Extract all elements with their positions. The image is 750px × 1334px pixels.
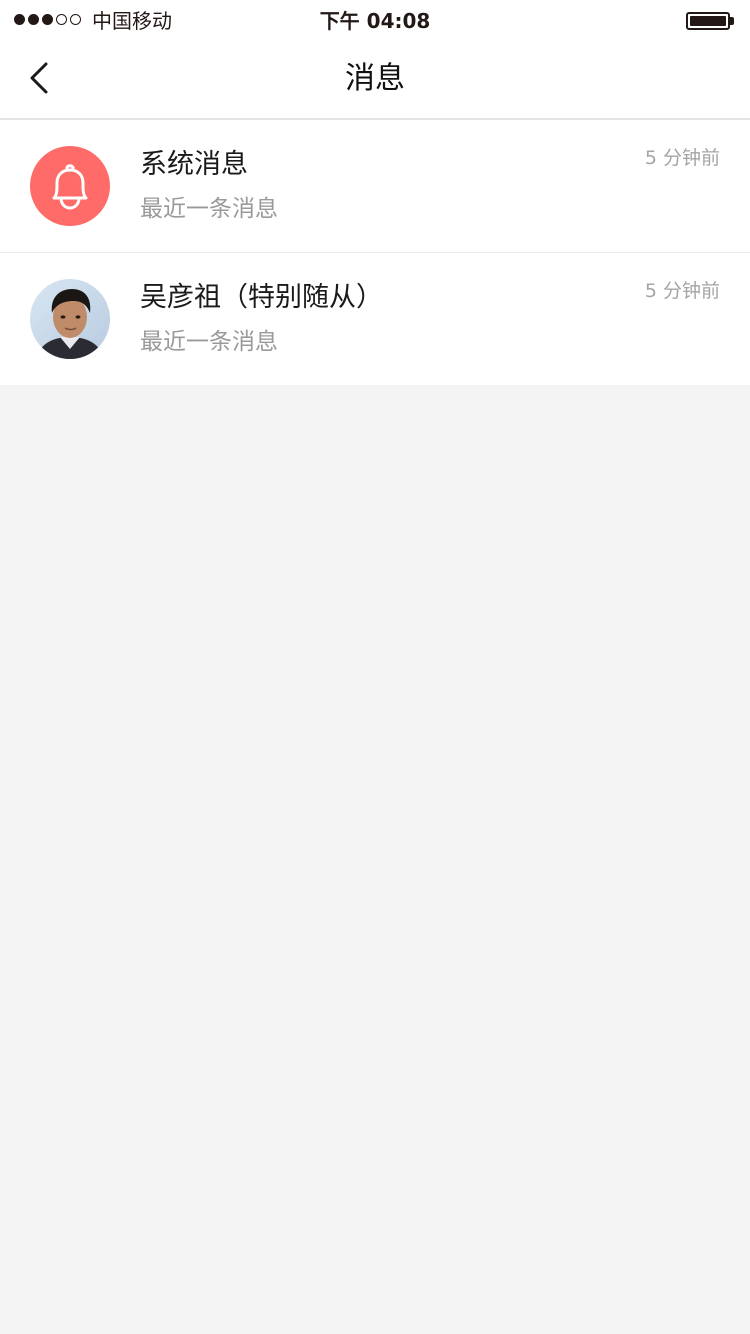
bell-icon [52, 164, 88, 210]
page-title: 消息 [345, 61, 405, 96]
message-list: 系统消息 最近一条消息 5 分钟前 吴彦祖（特别随从） 最近一条消息 5 分钟前 [0, 120, 750, 385]
status-bar: 中国移动 下午 04:08 [0, 0, 750, 40]
battery-tip [730, 17, 734, 25]
message-sender: 系统消息 [140, 149, 248, 180]
chevron-left-icon [30, 62, 48, 94]
back-button[interactable] [18, 56, 62, 100]
avatar [30, 279, 110, 359]
message-preview: 最近一条消息 [140, 329, 278, 355]
message-row-contact[interactable]: 吴彦祖（特别随从） 最近一条消息 5 分钟前 [0, 252, 750, 385]
battery-icon [686, 12, 730, 30]
message-time: 5 分钟前 [644, 147, 720, 169]
message-sender: 吴彦祖（特别随从） [140, 282, 383, 313]
user-photo [30, 279, 110, 359]
battery-level [690, 16, 726, 26]
status-time: 下午 04:08 [319, 9, 431, 33]
message-time: 5 分钟前 [644, 280, 720, 302]
message-preview: 最近一条消息 [140, 196, 278, 222]
avatar [30, 146, 110, 226]
navigation-bar: 消息 [0, 40, 750, 120]
message-row-system[interactable]: 系统消息 最近一条消息 5 分钟前 [0, 120, 750, 252]
